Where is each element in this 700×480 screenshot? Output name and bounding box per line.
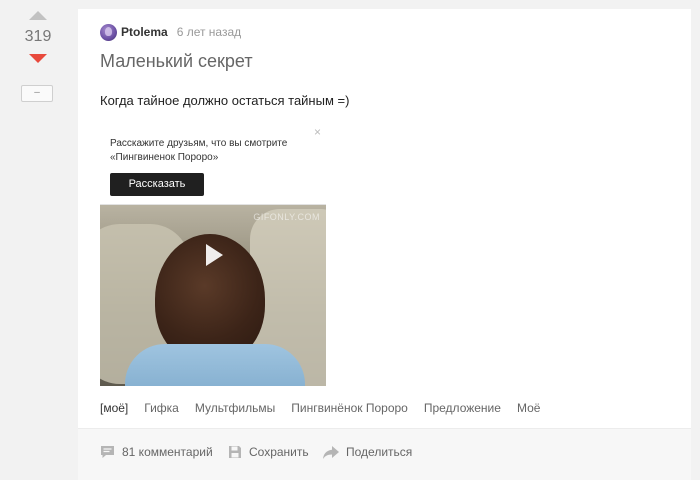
story-title[interactable]: Маленький секрет [100,51,253,72]
tag-item[interactable]: [моё] [100,401,128,415]
gif-frame [100,204,326,386]
tag-item[interactable]: Гифка [144,401,179,415]
tag-item[interactable]: Пингвинёнок Пороро [291,401,408,415]
story-card: Ptolema 6 лет назад Маленький секрет Ког… [78,9,691,479]
tag-item[interactable]: Предложение [424,401,501,415]
play-icon[interactable] [206,244,223,266]
tag-item[interactable]: Мультфильмы [195,401,275,415]
tag-item[interactable]: Моё [517,401,540,415]
post-time: 6 лет назад [176,25,242,39]
gif-watermark: GIFONLY.COM [253,212,320,222]
downvote-icon[interactable] [29,54,47,63]
tag-list: [моё] Гифка Мультфильмы Пингвинёнок Поро… [100,401,556,415]
share-popup: Расскажите друзьям, что вы смотрите «Пин… [100,122,326,205]
share-popup-button[interactable]: Рассказать [110,173,204,196]
gif-player[interactable]: GIFONLY.COM Расскажите друзьям, что вы с… [100,122,326,386]
rating-column: 319 – [0,0,76,479]
comment-icon [101,446,114,458]
close-icon[interactable]: × [314,125,321,139]
save-icon [229,446,241,458]
comments-label: 81 комментарий [122,445,213,459]
author-name[interactable]: Ptolema [121,25,168,39]
rating-value: 319 [24,28,52,45]
share-popup-text: Расскажите друзьям, что вы смотрите «Пин… [110,138,288,163]
comments-button[interactable]: 81 комментарий [100,445,213,459]
story-text: Когда тайное должно остаться тайным =) [100,93,350,108]
save-button[interactable]: Сохранить [228,445,309,459]
save-label: Сохранить [249,445,309,459]
share-label: Поделиться [346,445,413,459]
story-header: Ptolema 6 лет назад [100,22,241,42]
share-button[interactable]: Поделиться [323,445,412,459]
share-icon [323,445,339,459]
avatar[interactable] [100,23,117,41]
upvote-icon[interactable] [29,11,47,20]
hide-story-button[interactable]: – [21,85,53,102]
gif-shirt [125,344,305,386]
story-footer: 81 комментарий Сохранить Поделиться [78,428,691,480]
